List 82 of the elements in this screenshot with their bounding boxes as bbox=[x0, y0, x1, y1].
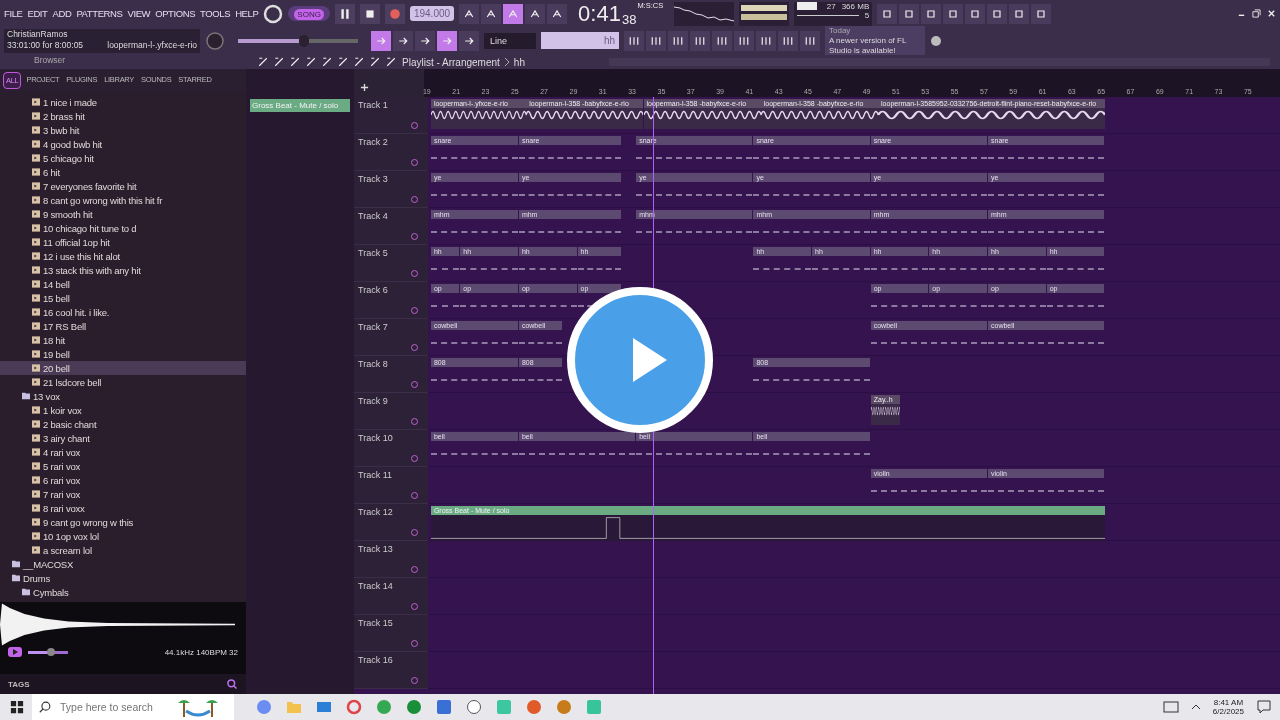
menu-item[interactable]: FILE bbox=[4, 8, 23, 19]
memory-value: 366 MB bbox=[841, 1, 870, 11]
sample-item[interactable]: 3 airy chant bbox=[0, 431, 246, 445]
track-header[interactable]: Track 9 bbox=[354, 393, 428, 430]
voices-value: 5 bbox=[864, 10, 870, 20]
pattern-selector[interactable]: hh bbox=[541, 32, 619, 49]
pattern-name[interactable]: hh bbox=[513, 56, 525, 68]
track-header[interactable]: Track 4 bbox=[354, 208, 428, 245]
track-header[interactable]: Track 2 bbox=[354, 134, 428, 171]
track-header[interactable]: Track 15 bbox=[354, 615, 428, 652]
playlist-title: Playlist - Arrangement bbox=[402, 56, 500, 68]
sample-item[interactable]: 6 hit bbox=[0, 165, 246, 179]
taskbar-date: 6/2/2025 bbox=[1212, 707, 1244, 716]
track-header[interactable]: Track 13 bbox=[354, 541, 428, 578]
sample-item[interactable]: 21 lsdcore bell bbox=[0, 375, 246, 389]
track-header[interactable]: Track 10 bbox=[354, 430, 428, 467]
folder-item[interactable]: 13 vox bbox=[0, 389, 246, 403]
sample-item[interactable]: 2 basic chant bbox=[0, 417, 246, 431]
taskbar-time: 8:41 AM bbox=[1213, 698, 1244, 707]
sample-item[interactable]: 4 rari vox bbox=[0, 445, 246, 459]
sample-item[interactable]: a scream lol bbox=[0, 543, 246, 557]
sample-item[interactable]: 9 smooth hit bbox=[0, 207, 246, 221]
sample-item[interactable]: 5 chicago hit bbox=[0, 151, 246, 165]
search-field[interactable]: Type here to search bbox=[58, 700, 172, 714]
sample-item[interactable]: 16 cool hit. i like. bbox=[0, 305, 246, 319]
menu-item[interactable]: VIEW bbox=[127, 8, 151, 19]
sample-item[interactable]: 12 i use this hit alot bbox=[0, 249, 246, 263]
sample-item[interactable]: __MACOSX bbox=[0, 557, 246, 571]
news-panel[interactable]: Today A newer version of FL Studio is available! bbox=[825, 25, 925, 56]
track-header[interactable]: Track 5 bbox=[354, 245, 428, 282]
cpu-value: 27 bbox=[826, 1, 836, 11]
sample-item[interactable]: 4 good bwb hit bbox=[0, 137, 246, 151]
sample-item[interactable]: 5 rari vox bbox=[0, 459, 246, 473]
news-date: Today bbox=[829, 25, 852, 36]
folder-item[interactable]: Drums bbox=[0, 571, 246, 585]
sample-item[interactable]: 10 chicago hit tune to d bbox=[0, 221, 246, 235]
track-header[interactable]: Track 1 bbox=[354, 97, 428, 134]
sample-item[interactable]: 7 everyones favorite hit bbox=[0, 179, 246, 193]
tags-label: TAGS bbox=[8, 679, 30, 689]
sample-item[interactable]: 9 cant go wrong w this bbox=[0, 515, 246, 529]
menu-item[interactable]: ADD bbox=[52, 8, 72, 19]
sample-item[interactable]: 2 brass hit bbox=[0, 109, 246, 123]
sample-item[interactable]: 8 rari voxx bbox=[0, 501, 246, 515]
track-header[interactable]: Track 8 bbox=[354, 356, 428, 393]
snap-dropdown[interactable]: Line bbox=[484, 32, 536, 49]
song-length: 33:01:00 for 8:00:05 bbox=[7, 39, 84, 51]
tempo-display[interactable]: 194.000 bbox=[409, 6, 455, 21]
sample-item[interactable]: 11 official 1op hit bbox=[0, 235, 246, 249]
sample-item[interactable]: 6 rari vox bbox=[0, 473, 246, 487]
menu-item[interactable]: EDIT bbox=[27, 8, 48, 19]
sample-item[interactable]: 13 stack this with any hit bbox=[0, 263, 246, 277]
sample-item[interactable]: 1 nice i made bbox=[0, 95, 246, 109]
sample-item[interactable]: 17 RS Bell bbox=[0, 319, 246, 333]
menu-item[interactable]: OPTIONS bbox=[155, 8, 196, 19]
track-header[interactable]: Track 6 bbox=[354, 282, 428, 319]
sample-item[interactable]: 20 bell bbox=[0, 361, 246, 375]
taskbar-search-bar[interactable]: Type here to search bbox=[32, 694, 234, 720]
sample-item[interactable]: Cymbals bbox=[0, 585, 246, 599]
news-message: A newer version of FL Studio is available! bbox=[829, 35, 908, 56]
sample-item[interactable]: 1 koir vox bbox=[0, 403, 246, 417]
track-header[interactable]: Track 12 bbox=[354, 504, 428, 541]
user-name: ChristianRamos bbox=[7, 28, 69, 40]
track-header[interactable]: Track 14 bbox=[354, 578, 428, 615]
menu-item[interactable]: HELP bbox=[235, 8, 259, 19]
song-mode-toggle[interactable]: SONG bbox=[288, 6, 330, 21]
menu-item[interactable]: PATTERNS bbox=[76, 8, 123, 19]
track-header[interactable]: Track 3 bbox=[354, 171, 428, 208]
browser-title: Browser bbox=[34, 55, 66, 65]
sample-item[interactable]: 14 bell bbox=[0, 277, 246, 291]
sample-item[interactable]: 7 rari vox bbox=[0, 487, 246, 501]
sample-item[interactable]: 19 bell bbox=[0, 347, 246, 361]
sample-item[interactable]: 18 hit bbox=[0, 333, 246, 347]
track-header[interactable]: Track 7 bbox=[354, 319, 428, 356]
sample-item[interactable]: 8 cant go wrong with this hit fr bbox=[0, 193, 246, 207]
sample-item[interactable]: 3 bwb hit bbox=[0, 123, 246, 137]
sample-item[interactable]: 10 1op vox lol bbox=[0, 529, 246, 543]
file-name: looperman-l-.yfxce-e-rio bbox=[107, 39, 197, 51]
track-header[interactable]: Track 16 bbox=[354, 652, 428, 689]
sample-item[interactable]: 15 bell bbox=[0, 291, 246, 305]
track-header[interactable]: Track 11 bbox=[354, 467, 428, 504]
menu-item[interactable]: TOOLS bbox=[200, 8, 231, 19]
sample-info: 44.1kHz 140BPM 32 bbox=[164, 647, 238, 657]
